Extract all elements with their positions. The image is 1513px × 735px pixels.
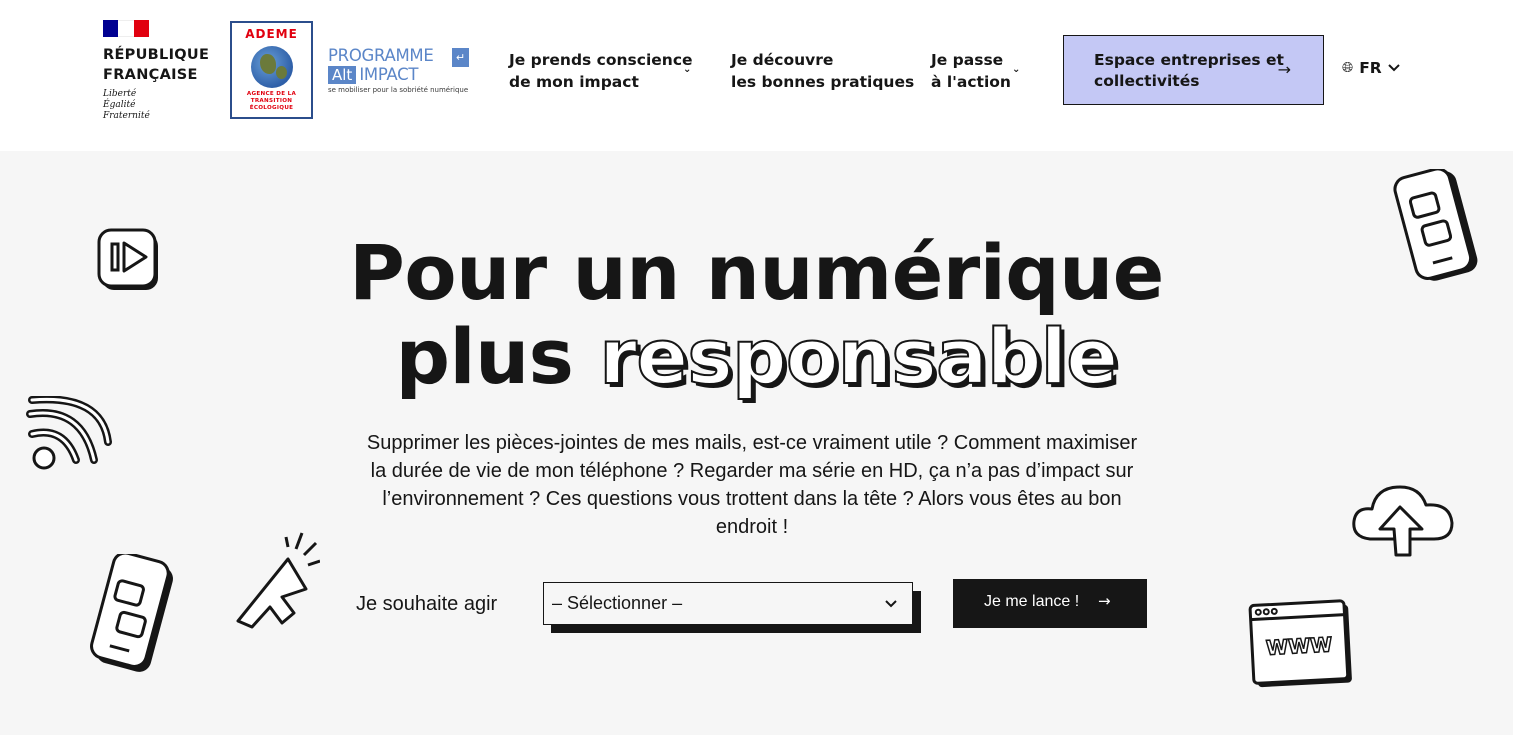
- hero-title-outline: responsable: [598, 312, 1119, 401]
- language-selector[interactable]: 🌐︎ FR: [1342, 59, 1400, 77]
- gov-title: RÉPUBLIQUE FRANÇAISE: [103, 47, 210, 83]
- alt-impact-logo[interactable]: PROGRAMME Alt IMPACT ↵ se mobiliser pour…: [328, 47, 470, 95]
- republique-francaise-logo[interactable]: RÉPUBLIQUE FRANÇAISE Liberté Égalité Fra…: [103, 20, 215, 122]
- arrow-right-icon: →: [1098, 592, 1111, 610]
- chevron-down-icon: ⌄: [683, 64, 692, 75]
- chevron-down-icon: [885, 600, 897, 608]
- nav-item-prendre-conscience[interactable]: Je prends conscience de mon impact ⌄: [509, 49, 693, 93]
- program-impact: IMPACT: [359, 65, 419, 84]
- nav-item-label: Je découvre les bonnes pratiques: [731, 51, 915, 91]
- ademe-name: ADEME: [245, 27, 298, 41]
- gov-motto: Liberté Égalité Fraternité: [103, 89, 150, 121]
- hero-section: WWW Pour un numérique plus responsable S…: [0, 151, 1513, 735]
- smartphone-chat-icon: [90, 554, 173, 672]
- nav-item-bonnes-pratiques[interactable]: Je découvre les bonnes pratiques: [731, 49, 914, 93]
- language-code: FR: [1359, 59, 1382, 77]
- arrow-right-icon: →: [1277, 60, 1291, 79]
- ademe-subtitle: AGENCE DE LA TRANSITION ÉCOLOGIQUE: [246, 91, 297, 111]
- hero-title-plus: plus: [395, 312, 574, 401]
- svg-text:WWW: WWW: [1265, 632, 1332, 659]
- espace-entreprises-button[interactable]: Espace entreprises et collectivités →: [1063, 35, 1324, 105]
- nav-item-label: Je passe à l'action: [931, 51, 1011, 91]
- cursor-click-icon: [236, 532, 320, 629]
- program-label: PROGRAMME: [328, 46, 434, 65]
- site-header: RÉPUBLIQUE FRANÇAISE Liberté Égalité Fra…: [0, 0, 1513, 151]
- agir-label: Je souhaite agir: [356, 593, 498, 615]
- program-alt: Alt: [328, 66, 357, 84]
- french-flag-icon: [103, 20, 149, 37]
- chevron-down-icon: ⌄: [1012, 64, 1021, 75]
- submit-label: Je me lance !: [984, 593, 1080, 610]
- nav-item-label: Je prends conscience de mon impact: [509, 51, 693, 91]
- browser-www-icon: WWW: [1248, 599, 1352, 688]
- program-tagline: se mobiliser pour la sobriété numérique: [328, 86, 469, 94]
- nav-item-passer-action[interactable]: Je passe à l'action ⌄: [931, 49, 1020, 93]
- ademe-logo[interactable]: ADEME AGENCE DE LA TRANSITION ÉCOLOGIQUE: [230, 21, 313, 119]
- globe-icon: [251, 46, 293, 88]
- submit-button[interactable]: Je me lance ! →: [953, 579, 1147, 628]
- wifi-icon: [26, 396, 112, 470]
- hero-title-line1: Pour un numérique: [349, 228, 1164, 317]
- globe-icon: 🌐︎: [1342, 60, 1354, 76]
- hero-title: Pour un numérique plus responsable: [0, 228, 1513, 401]
- chevron-down-icon: [1388, 64, 1400, 72]
- select-value: – Sélectionner –: [552, 593, 683, 613]
- cta-label: Espace entreprises et collectivités: [1094, 51, 1284, 90]
- hero-description: Supprimer les pièces-jointes de mes mail…: [366, 432, 1138, 538]
- cloud-upload-icon: [1352, 485, 1454, 557]
- enter-arrow-icon: ↵: [452, 48, 469, 67]
- agir-select[interactable]: – Sélectionner –: [543, 582, 913, 625]
